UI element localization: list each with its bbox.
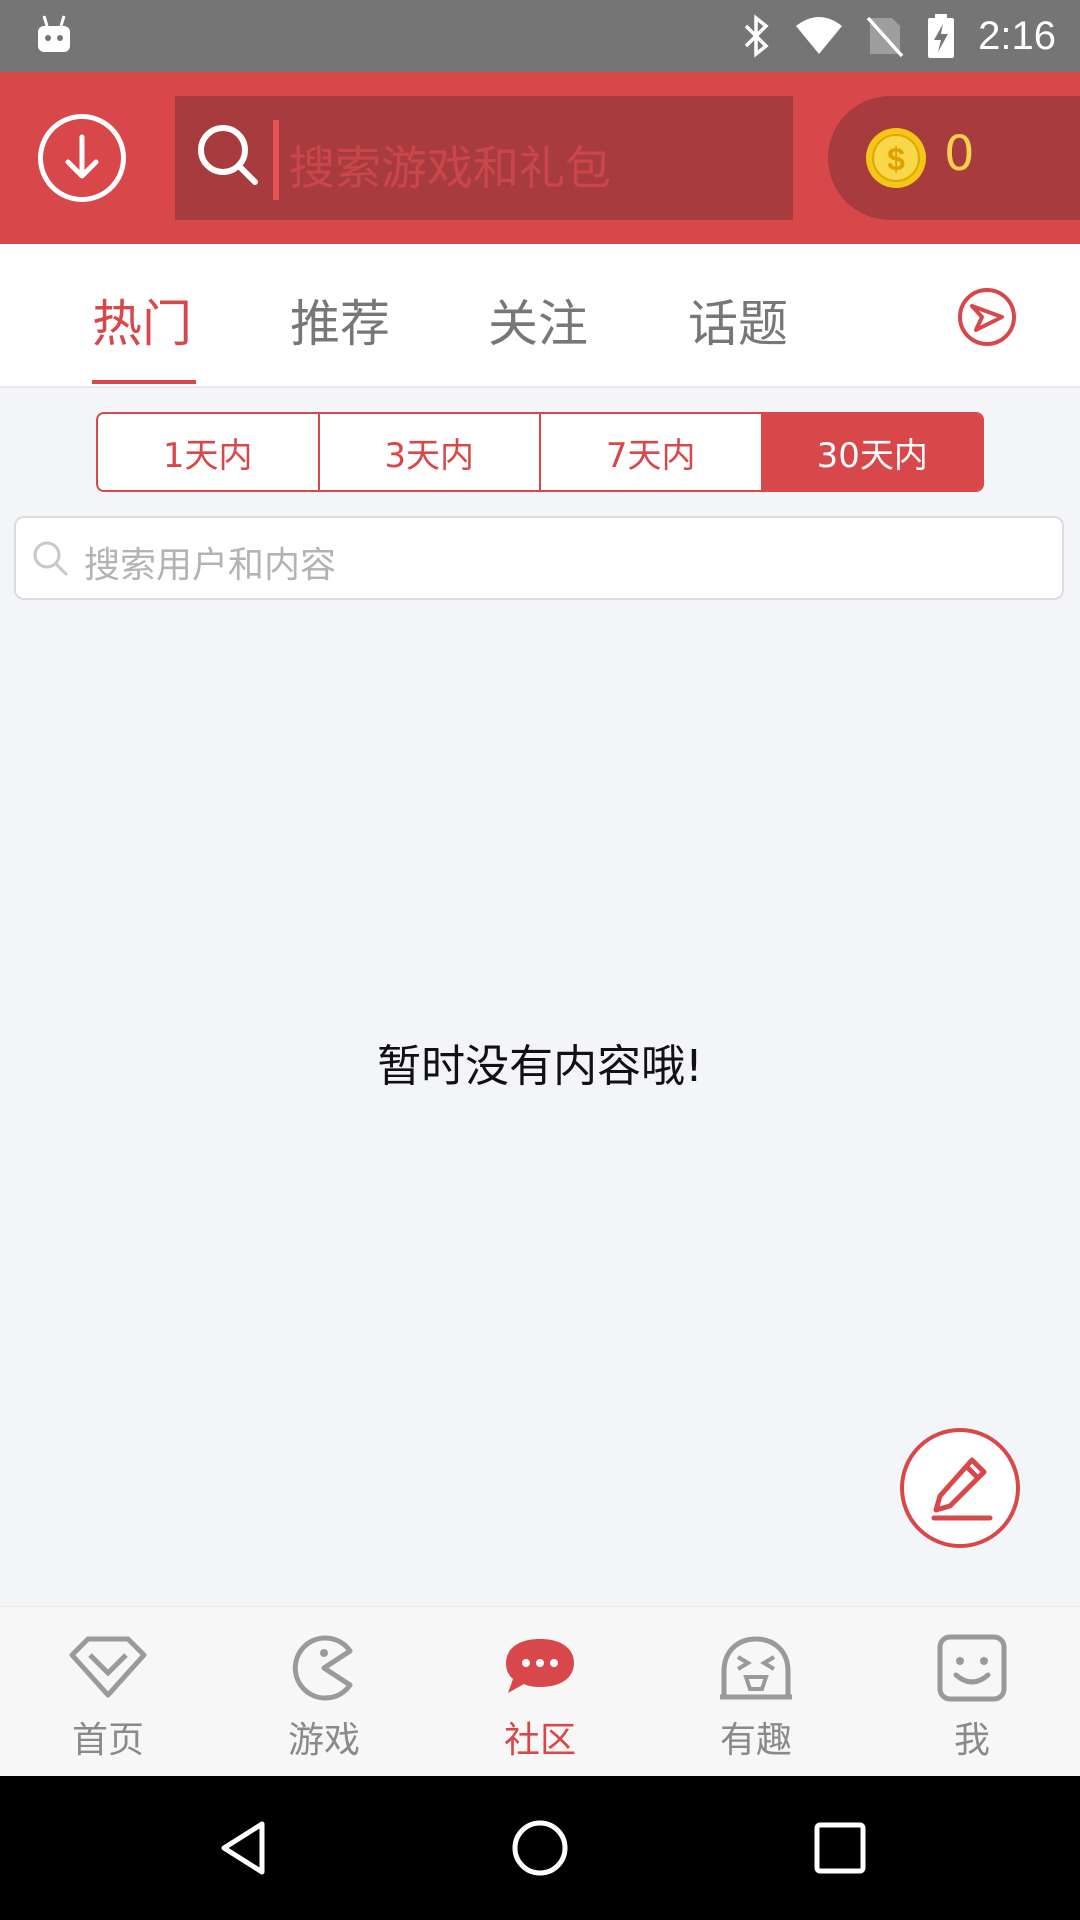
pacman-icon xyxy=(292,1635,353,1701)
battery-charging-icon xyxy=(928,14,955,58)
coin-count: 0 xyxy=(944,126,975,182)
filter-30-days[interactable]: 30天内 xyxy=(762,414,982,490)
compass-icon[interactable] xyxy=(956,286,1018,348)
nav-label: 社区 xyxy=(503,1720,576,1761)
search-placeholder: 搜索用户和内容 xyxy=(84,545,337,586)
search-icon xyxy=(198,125,258,185)
nav-label: 游戏 xyxy=(287,1720,360,1761)
tab-recommended[interactable]: 推荐 xyxy=(290,284,390,356)
android-icon xyxy=(38,15,70,52)
header-bar: 搜索游戏和礼包 $ 0 xyxy=(0,72,1080,244)
coin-icon: $ xyxy=(866,128,926,188)
game-search-input[interactable]: 搜索游戏和礼包 xyxy=(175,96,793,220)
coin-balance-button[interactable]: $ 0 xyxy=(828,96,1080,220)
status-time: 2:16 xyxy=(978,13,1056,58)
download-button[interactable] xyxy=(38,114,126,202)
nav-community[interactable]: 社区 xyxy=(432,1607,648,1777)
nav-label: 首页 xyxy=(71,1720,144,1761)
home-icon[interactable] xyxy=(510,1818,570,1878)
funny-face-icon xyxy=(720,1636,792,1700)
smiley-face-icon xyxy=(937,1634,1007,1702)
compose-post-button[interactable] xyxy=(900,1428,1020,1548)
nav-fun[interactable]: 有趣 xyxy=(648,1607,864,1777)
nav-games[interactable]: 游戏 xyxy=(216,1607,432,1777)
nav-label: 我 xyxy=(953,1720,990,1761)
nav-me[interactable]: 我 xyxy=(864,1607,1080,1777)
time-filter-segmented-control: 1天内 3天内 7天内 30天内 xyxy=(96,412,984,492)
tab-hot[interactable]: 热门 xyxy=(92,284,192,356)
user-content-search-input[interactable]: 搜索用户和内容 xyxy=(14,516,1064,600)
recents-icon[interactable] xyxy=(810,1818,870,1878)
tab-following[interactable]: 关注 xyxy=(488,284,588,356)
category-tabs: 热门 推荐 关注 话题 xyxy=(0,244,1080,388)
filter-3-days[interactable]: 3天内 xyxy=(320,414,541,490)
chat-bubble-icon xyxy=(506,1639,574,1693)
back-icon[interactable] xyxy=(214,1818,274,1878)
status-bar: 2:16 xyxy=(0,0,1080,72)
nav-home[interactable]: 首页 xyxy=(0,1607,216,1777)
download-arrow-icon xyxy=(65,134,99,179)
tab-topics[interactable]: 话题 xyxy=(688,284,788,356)
wifi-icon xyxy=(796,17,843,54)
no-sim-icon xyxy=(866,16,904,58)
filter-1-day[interactable]: 1天内 xyxy=(98,414,320,490)
diamond-icon xyxy=(69,1636,147,1698)
svg-text:$: $ xyxy=(887,141,905,177)
search-icon xyxy=(33,541,68,576)
search-placeholder: 搜索游戏和礼包 xyxy=(289,141,611,195)
active-tab-indicator xyxy=(92,380,196,384)
empty-state-message: 暂时没有内容哦! xyxy=(377,1041,703,1092)
text-cursor xyxy=(273,120,279,200)
nav-label: 有趣 xyxy=(719,1720,792,1761)
bluetooth-icon xyxy=(744,14,769,58)
bottom-navigation: 首页 游戏 社区 有趣 我 xyxy=(0,1606,1080,1777)
pencil-icon xyxy=(931,1457,993,1521)
system-navigation-bar xyxy=(0,1776,1080,1920)
filter-7-days[interactable]: 7天内 xyxy=(541,414,763,490)
